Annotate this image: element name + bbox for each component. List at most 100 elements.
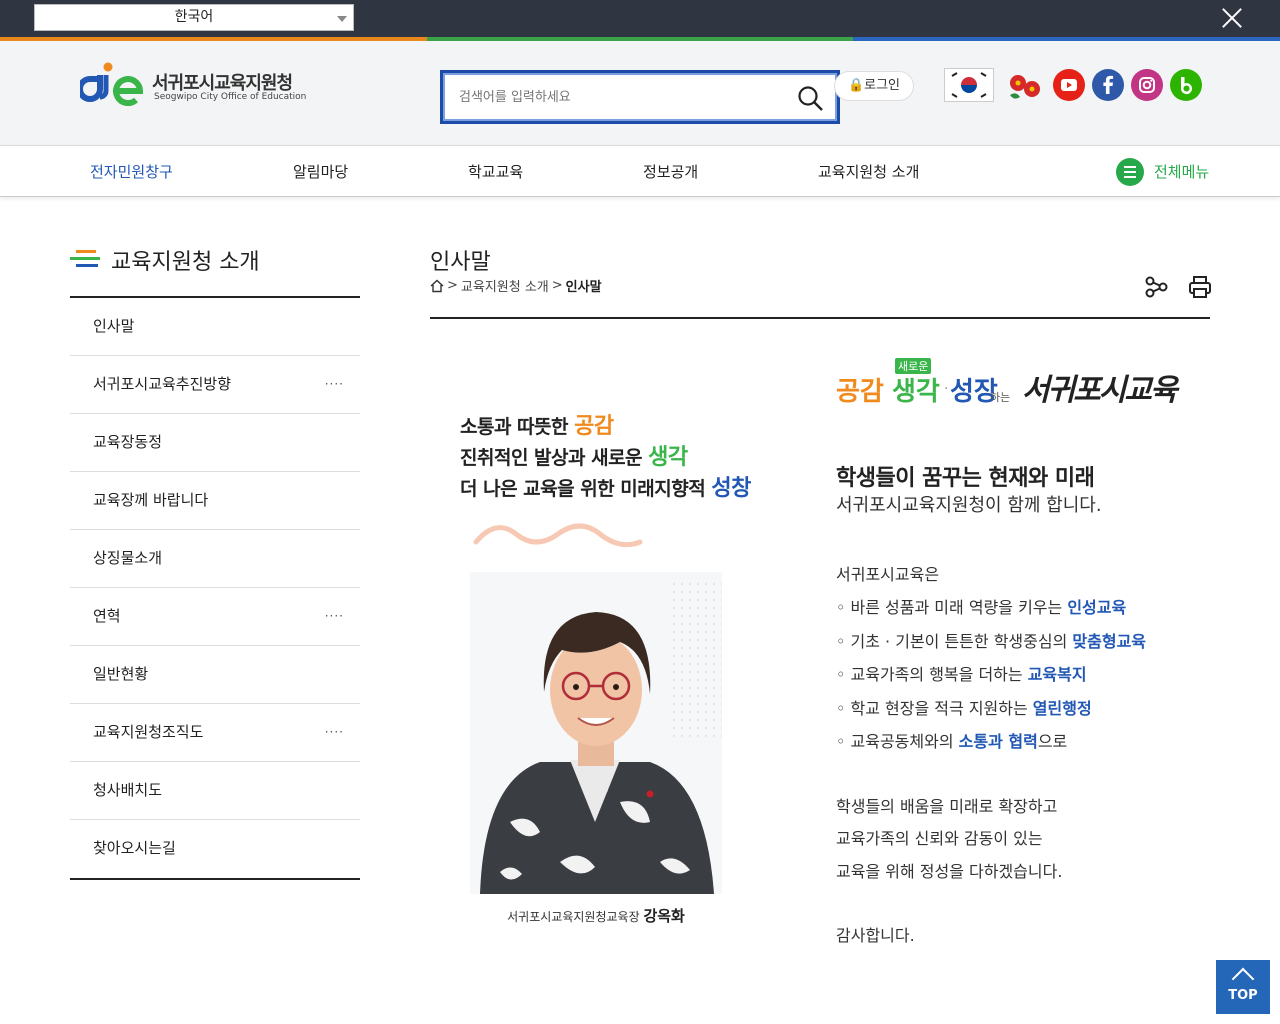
section-title-icon — [70, 250, 100, 267]
page-title: 인사말 — [430, 250, 491, 275]
home-icon[interactable] — [430, 279, 444, 293]
content-divider — [430, 317, 1210, 319]
slogan-text: 소통과 따뜻한 — [460, 416, 575, 438]
sidebar-item-direction[interactable]: 서귀포시교육추진방향 ···· — [70, 356, 360, 414]
sidebar-item-history[interactable]: 연혁 ···· — [70, 588, 360, 646]
sidebar-item-label: 교육장동정 — [93, 433, 163, 451]
camellia-icon[interactable] — [1006, 69, 1044, 103]
site-logo[interactable]: 서귀포시교육지원청 Seogwipo City Office of Educat… — [77, 61, 306, 107]
sidebar-item-label: 연혁 — [93, 607, 121, 625]
instagram-icon[interactable] — [1131, 69, 1163, 101]
sidebar-item-greeting[interactable]: 인사말 — [70, 298, 360, 356]
blog-b-icon — [1180, 77, 1192, 95]
sidebar-item-label: 인사말 — [93, 317, 135, 335]
bullet-highlight: 교육복지 — [1027, 665, 1087, 684]
greeting-bullet: ◦ 교육공동체와의 소통과 협력으로 — [836, 728, 1067, 752]
sidebar-item-label: 일반현황 — [93, 665, 149, 683]
nav-item-school-education[interactable]: 학교교육 — [468, 161, 523, 182]
bullet-text: ◦ 교육공동체와의 — [836, 732, 959, 751]
login-button[interactable]: 🔒로그인 — [834, 71, 914, 101]
slogan-keyword: 성창 — [711, 476, 751, 501]
nav-item-civil-service[interactable]: 전자민원창구 — [90, 161, 173, 182]
share-icon[interactable] — [1144, 275, 1168, 299]
sidebar-item-status[interactable]: 일반현황 — [70, 646, 360, 704]
login-label: 로그인 — [864, 78, 901, 93]
korea-flag-icon[interactable] — [944, 68, 994, 102]
scroll-top-label: TOP — [1228, 988, 1258, 1003]
sidebar-item-label: 서귀포시교육추진방향 — [93, 375, 232, 393]
hamburger-icon — [1116, 158, 1144, 186]
bullet-text: ◦ 교육가족의 행복을 더하는 — [836, 665, 1028, 684]
instagram-camera-icon — [1139, 77, 1155, 93]
language-select[interactable]: 한국어 — [34, 4, 354, 31]
sidebar-item-org-chart[interactable]: 교육지원청조직도 ···· — [70, 704, 360, 762]
bullet-text: ◦ 학교 현장을 적극 지원하는 — [836, 699, 1033, 718]
site-header: 서귀포시교육지원청 Seogwipo City Office of Educat… — [0, 41, 1280, 145]
bullet-text: 으로 — [1037, 732, 1068, 751]
facebook-icon[interactable] — [1092, 69, 1124, 101]
blog-icon[interactable] — [1170, 69, 1202, 101]
search-icon[interactable] — [797, 85, 825, 113]
submenu-dots-icon: ···· — [324, 725, 344, 739]
greeting-heading: 학생들이 꿈꾸는 현재와 미래 — [836, 466, 1095, 491]
greeting-subheading: 서귀포시교육지원청이 함께 합니다. — [836, 495, 1102, 516]
motto-word-thought: 생각 — [892, 377, 940, 407]
bullet-highlight: 인성교육 — [1067, 598, 1127, 617]
slogan-line-2: 진취적인 발상과 새로운 생각 — [460, 439, 688, 471]
breadcrumb-current: 인사말 — [565, 280, 602, 295]
sidebar-item-directions[interactable]: 찾아오시는길 — [70, 820, 360, 878]
caption-organization: 서귀포시교육지원청교육장 — [507, 910, 640, 924]
motto-banner: 공감 · 새로운 생각 · 성장 하는 서귀포시교육 — [834, 355, 1190, 415]
sidebar-item-label: 교육지원청조직도 — [93, 723, 204, 741]
nav-item-notice[interactable]: 알림마당 — [293, 161, 348, 182]
photo-caption: 서귀포시교육지원청교육장 강옥화 — [470, 905, 722, 926]
submenu-dots-icon: ···· — [324, 609, 344, 623]
breadcrumb-parent[interactable]: 교육지원청 소개 — [461, 276, 549, 295]
nav-item-about-office[interactable]: 교육지원청 소개 — [818, 161, 919, 182]
sidebar-item-suggestions[interactable]: 교육장께 바랍니다 — [70, 472, 360, 530]
youtube-icon[interactable] — [1053, 69, 1085, 101]
sidebar-item-floor-plan[interactable]: 청사배치도 — [70, 762, 360, 820]
logo-subtitle: Seogwipo City Office of Education — [154, 92, 307, 102]
motto-dot: · — [944, 381, 949, 397]
slogan-text: 진취적인 발상과 새로운 — [460, 447, 649, 469]
slogan-line-3: 더 나은 교육을 위한 미래지향적 성창 — [460, 470, 751, 502]
all-menu-label: 전체메뉴 — [1154, 163, 1210, 181]
caption-name: 강옥화 — [643, 907, 685, 925]
bullet-text: ◦ 기초 · 기본이 튼튼한 학생중심의 — [836, 632, 1073, 651]
lock-icon: 🔒 — [847, 78, 865, 93]
slogan-text: 더 나은 교육을 위한 미래지향적 — [460, 478, 712, 500]
close-icon[interactable] — [1218, 5, 1246, 33]
facebook-f-icon — [1103, 75, 1114, 94]
breadcrumb-separator: > — [551, 278, 563, 293]
bullet-highlight: 열린행정 — [1032, 699, 1092, 718]
greeting-closing-line: 교육을 위해 정성을 다하겠습니다. — [836, 862, 1063, 881]
sidebar-title: 교육지원청 소개 — [111, 250, 260, 275]
sidebar-item-superintendent-news[interactable]: 교육장동정 — [70, 414, 360, 472]
greeting-bullet: ◦ 기초 · 기본이 튼튼한 학생중심의 맞춤형교육 — [836, 628, 1146, 652]
nav-item-information-disclosure[interactable]: 정보공개 — [643, 161, 698, 182]
greeting-closing-line: 교육가족의 신뢰와 감동이 있는 — [836, 829, 1043, 848]
bullet-highlight: 맞춤형교육 — [1072, 632, 1147, 651]
search-input[interactable] — [459, 83, 779, 111]
logo-mark-icon — [77, 62, 144, 107]
greeting-bullet: ◦ 학교 현장을 적극 지원하는 열린행정 — [836, 695, 1092, 719]
slogan-keyword: 생각 — [648, 445, 688, 470]
scroll-top-button[interactable]: TOP — [1216, 960, 1270, 1014]
bullet-highlight: 소통과 협력 — [958, 732, 1038, 751]
chevron-up-icon — [1231, 967, 1255, 991]
greeting-closing-line: 학생들의 배움을 미래로 확장하고 — [836, 797, 1058, 816]
sidebar-item-label: 교육장께 바랍니다 — [93, 491, 209, 509]
superintendent-photo — [470, 572, 722, 894]
sidebar-item-label: 찾아오시는길 — [93, 839, 176, 857]
breadcrumb: > 교육지원청 소개 > 인사말 — [430, 276, 602, 295]
greeting-bullet: ◦ 바른 성품과 미래 역량을 키우는 인성교육 — [836, 594, 1126, 618]
print-icon[interactable] — [1188, 275, 1212, 299]
sidebar-menu: 인사말 서귀포시교육추진방향 ···· 교육장동정 교육장께 바랍니다 상징물소개… — [70, 296, 360, 880]
language-select-value: 한국어 — [174, 9, 214, 25]
youtube-play-icon — [1061, 79, 1077, 91]
motto-suffix: 하는 — [990, 391, 1011, 404]
bullet-text: ◦ 바른 성품과 미래 역량을 키우는 — [836, 598, 1068, 617]
sidebar-item-symbols[interactable]: 상징물소개 — [70, 530, 360, 588]
motto-brand: 서귀포시교육 — [1022, 373, 1178, 408]
